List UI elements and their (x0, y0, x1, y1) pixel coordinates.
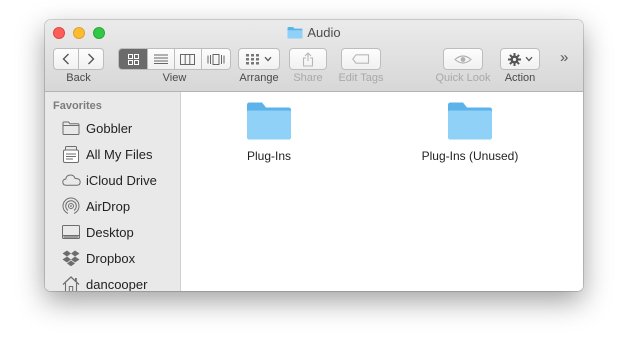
file-item-label: Plug-Ins (246, 149, 292, 163)
cover-flow-view-button[interactable] (202, 49, 230, 69)
desktop-icon (61, 223, 81, 241)
quick-look-button[interactable] (443, 48, 483, 70)
list-view-button[interactable] (148, 49, 175, 69)
folder-icon (61, 119, 81, 137)
sidebar-item-dancooper[interactable]: dancooper (61, 273, 147, 291)
sidebar-item-label: Gobbler (86, 120, 133, 136)
action-button[interactable] (500, 48, 540, 70)
view-label: View (162, 72, 187, 84)
file-item-label: Plug-Ins (Unused) (421, 149, 519, 163)
sidebar: Favorites Gobbler All My Files iCloud Dr… (45, 92, 181, 291)
sidebar-item-label: Dropbox (86, 250, 136, 266)
sidebar-item-gobbler[interactable]: Gobbler (61, 117, 132, 139)
all-my-files-icon (61, 145, 81, 163)
share-button[interactable] (289, 48, 327, 70)
cloud-icon (61, 171, 81, 189)
finder-window: Audio Back View Arrange Share Edit Tags … (45, 20, 583, 291)
window-title: Audio (45, 25, 583, 41)
sidebar-item-desktop[interactable]: Desktop (61, 221, 134, 243)
list-view-icon (154, 54, 169, 64)
back-button[interactable] (54, 49, 79, 69)
dropbox-icon (61, 249, 81, 267)
arrange-button[interactable] (238, 48, 280, 70)
view-mode-group (118, 48, 231, 70)
share-icon (302, 51, 314, 67)
gear-icon (507, 52, 521, 66)
cover-flow-icon (207, 53, 225, 65)
eye-icon (454, 54, 472, 64)
sidebar-item-icloud-drive[interactable]: iCloud Drive (61, 169, 157, 191)
home-icon (61, 275, 81, 291)
arrange-label: Arrange (239, 72, 279, 84)
sidebar-item-label: All My Files (86, 146, 153, 162)
quick-look-label: Quick Look (435, 72, 491, 84)
file-item-plug-ins-unused[interactable]: Plug-Ins (Unused) (405, 101, 535, 163)
chevron-down-icon (264, 56, 272, 62)
column-view-icon (180, 53, 196, 65)
sidebar-item-label: iCloud Drive (86, 172, 157, 188)
sidebar-item-airdrop[interactable]: AirDrop (61, 195, 130, 217)
column-view-button[interactable] (175, 49, 202, 69)
edit-tags-button[interactable] (341, 48, 381, 70)
sidebar-item-label: dancooper (86, 276, 148, 292)
icon-view-button[interactable] (119, 49, 149, 69)
toolbar: Audio Back View Arrange Share Edit Tags … (45, 20, 583, 92)
edit-tags-label: Edit Tags (338, 72, 384, 84)
chevron-right-icon (88, 53, 95, 65)
window-title-text: Audio (307, 25, 341, 40)
sidebar-item-all-my-files[interactable]: All My Files (61, 143, 152, 165)
forward-button[interactable] (79, 49, 103, 69)
chevron-left-icon (62, 53, 69, 65)
action-label: Action (504, 72, 536, 84)
airdrop-icon (61, 197, 81, 215)
folder-icon (287, 27, 303, 39)
chevron-down-icon (525, 56, 532, 62)
icon-view-icon (127, 53, 139, 65)
file-item-plug-ins[interactable]: Plug-Ins (217, 101, 321, 163)
file-browser-content: Plug-Ins Plug-Ins (Unused) (181, 92, 583, 291)
folder-icon (247, 102, 291, 140)
share-label: Share (293, 72, 323, 84)
back-label: Back (66, 72, 91, 84)
sidebar-heading-favorites: Favorites (53, 100, 102, 112)
tag-icon (352, 54, 370, 64)
toolbar-overflow-button[interactable]: » (560, 50, 568, 66)
back-forward-group (53, 48, 104, 70)
arrange-grid-icon (246, 53, 259, 64)
sidebar-item-dropbox[interactable]: Dropbox (61, 247, 135, 269)
folder-icon (448, 102, 492, 140)
sidebar-item-label: Desktop (86, 224, 134, 240)
sidebar-item-label: AirDrop (86, 198, 131, 214)
